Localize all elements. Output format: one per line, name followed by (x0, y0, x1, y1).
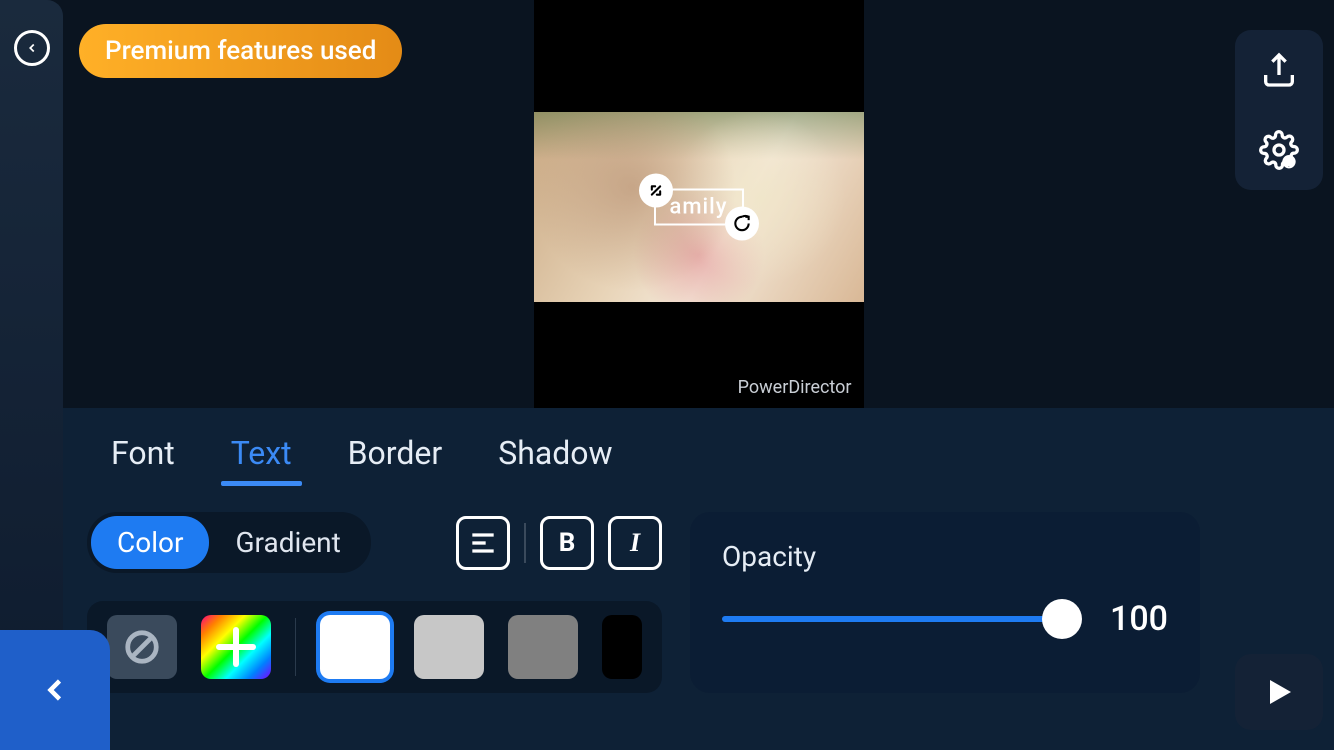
divider (524, 523, 526, 563)
app-root: Premium features used amily PowerDirecto… (0, 0, 1334, 750)
chevron-left-icon (25, 41, 39, 55)
preview-area: Premium features used amily PowerDirecto… (63, 0, 1334, 408)
fill-mode-color[interactable]: Color (91, 516, 209, 569)
rotate-handle[interactable] (725, 207, 759, 241)
overlay-text: amily (669, 195, 727, 220)
back-button[interactable] (14, 30, 50, 66)
color-swatch-black[interactable] (602, 615, 642, 679)
fill-mode-toggle: Color Gradient (87, 512, 371, 573)
bold-button[interactable]: B (540, 516, 594, 570)
opacity-label: Opacity (722, 540, 1168, 573)
divider (295, 618, 296, 676)
align-button[interactable] (456, 516, 510, 570)
tab-border[interactable]: Border (320, 426, 471, 480)
resize-handle[interactable] (638, 174, 672, 208)
video-frame[interactable]: amily PowerDirector (534, 0, 864, 408)
gear-icon: ? (1259, 130, 1299, 170)
play-icon (1261, 674, 1297, 710)
premium-badge[interactable]: Premium features used (79, 24, 402, 78)
export-button[interactable] (1257, 48, 1301, 92)
align-left-icon (467, 527, 499, 559)
main-area: Premium features used amily PowerDirecto… (63, 0, 1334, 750)
italic-button[interactable]: I (608, 516, 662, 570)
color-swatch-gray[interactable] (508, 615, 578, 679)
fill-mode-gradient[interactable]: Gradient (209, 516, 366, 569)
color-swatch-lightgray[interactable] (414, 615, 484, 679)
resize-icon (645, 181, 665, 201)
left-controls: Color Gradient B I (87, 512, 662, 693)
tab-font[interactable]: Font (83, 426, 203, 480)
color-none[interactable] (107, 615, 177, 679)
settings-button[interactable]: ? (1257, 128, 1301, 172)
color-swatch-row (87, 601, 662, 693)
color-picker-button[interactable] (201, 615, 271, 679)
rotate-icon (732, 214, 752, 234)
chevron-left-icon (37, 672, 73, 708)
video-thumbnail: amily (534, 112, 864, 302)
format-group: B I (456, 516, 662, 570)
opacity-slider-row: 100 (722, 599, 1168, 639)
text-controls: Color Gradient B I (63, 488, 1224, 693)
edit-panel: Font Text Border Shadow Color Gradient (63, 408, 1334, 750)
panel-back-button[interactable] (0, 630, 110, 750)
tab-shadow[interactable]: Shadow (470, 426, 640, 480)
none-icon (123, 628, 161, 666)
opacity-panel: Opacity 100 (690, 512, 1200, 693)
opacity-value: 100 (1100, 599, 1168, 639)
right-rail-top: ? (1235, 30, 1323, 190)
text-overlay-element[interactable]: amily (653, 189, 743, 226)
opacity-slider[interactable] (722, 616, 1076, 622)
svg-text:?: ? (1287, 159, 1292, 170)
export-icon (1259, 50, 1299, 90)
tab-bar: Font Text Border Shadow (63, 408, 1224, 488)
tab-text[interactable]: Text (203, 426, 320, 480)
color-swatch-white[interactable] (320, 615, 390, 679)
watermark: PowerDirector (738, 377, 852, 398)
play-button[interactable] (1235, 654, 1323, 730)
slider-thumb[interactable] (1042, 599, 1082, 639)
right-rail: ? (1224, 0, 1334, 750)
fill-format-row: Color Gradient B I (87, 512, 662, 573)
